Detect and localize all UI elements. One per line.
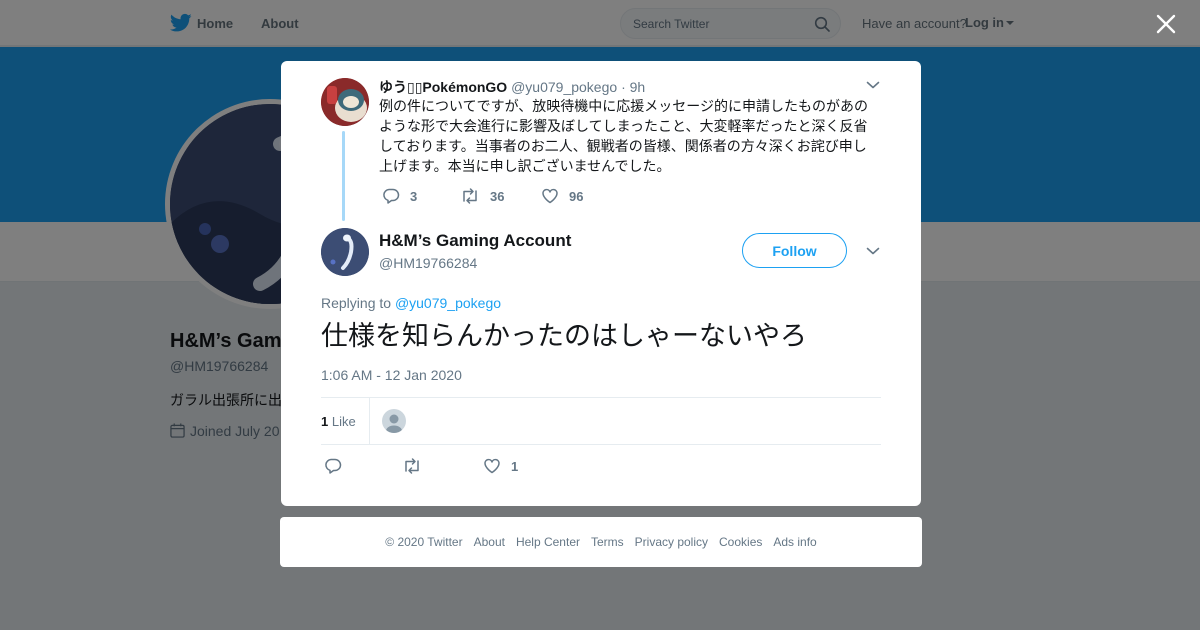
dragonair-avatar-image bbox=[321, 228, 369, 276]
default-avatar-icon bbox=[386, 414, 402, 433]
parent-author-avatar[interactable] bbox=[321, 78, 369, 126]
parent-separator: · bbox=[621, 79, 626, 95]
stats-divider bbox=[369, 398, 370, 444]
parent-author-handle[interactable]: @yu079_pokego bbox=[511, 79, 617, 95]
parent-retweet-button[interactable]: 36 bbox=[460, 187, 504, 205]
retweet-button[interactable] bbox=[402, 457, 432, 475]
parent-tweet-age[interactable]: 9h bbox=[630, 79, 646, 95]
parent-tweet-text: 例の件についてですが、放映待機中に応援メッセージ的に申請したものがあのような形で… bbox=[379, 98, 869, 174]
reply-icon bbox=[383, 188, 400, 204]
parent-like-button[interactable]: 96 bbox=[541, 187, 583, 205]
footer-copyright[interactable]: © 2020 Twitter bbox=[385, 535, 462, 549]
like-count: 1 bbox=[321, 414, 329, 429]
footer-help-center-link[interactable]: Help Center bbox=[516, 535, 580, 549]
author-name[interactable]: H&M’s Gaming Account bbox=[379, 231, 571, 251]
replying-prefix: Replying to bbox=[321, 295, 392, 311]
replying-to-link[interactable]: @yu079_pokego bbox=[395, 295, 501, 311]
footer-about-link[interactable]: About bbox=[474, 535, 505, 549]
liker-avatar[interactable] bbox=[382, 409, 406, 433]
parent-retweet-count: 36 bbox=[490, 188, 505, 204]
thread-connector bbox=[342, 131, 345, 221]
footer-cookies-link[interactable]: Cookies bbox=[719, 535, 762, 549]
snorlax-avatar-image bbox=[321, 78, 369, 126]
close-icon[interactable] bbox=[1154, 12, 1178, 36]
like-label: Like bbox=[331, 414, 356, 429]
parent-tweet-header: ゆう▯▯PokémonGO @yu079_pokego · 9h bbox=[379, 77, 645, 97]
like-button[interactable]: 1 bbox=[483, 457, 518, 475]
footer-privacy-link[interactable]: Privacy policy bbox=[635, 535, 708, 549]
reply-icon bbox=[325, 458, 342, 474]
chevron-down-icon[interactable] bbox=[866, 246, 880, 256]
tweet-text: 仕様を知らんかったのはしゃーないやろ bbox=[321, 321, 807, 351]
footer-ads-info-link[interactable]: Ads info bbox=[773, 535, 816, 549]
retweet-icon bbox=[405, 458, 419, 474]
tweet-timestamp[interactable]: 1:06 AM - 12 Jan 2020 bbox=[321, 367, 462, 383]
chevron-down-icon[interactable] bbox=[866, 80, 880, 90]
like-button-count: 1 bbox=[511, 458, 519, 474]
author-avatar[interactable] bbox=[321, 228, 369, 276]
follow-button[interactable]: Follow bbox=[742, 233, 847, 268]
parent-reply-count: 3 bbox=[410, 188, 418, 204]
likes-stat-link[interactable]: 1 Like bbox=[321, 414, 356, 429]
reply-button[interactable] bbox=[324, 457, 352, 475]
footer: © 2020 Twitter About Help Center Terms P… bbox=[280, 517, 922, 567]
parent-reply-button[interactable]: 3 bbox=[382, 187, 417, 205]
heart-icon bbox=[542, 188, 558, 204]
author-handle[interactable]: @HM19766284 bbox=[379, 255, 477, 271]
tweet-stats: 1 Like bbox=[321, 397, 881, 445]
footer-terms-link[interactable]: Terms bbox=[591, 535, 624, 549]
heart-icon bbox=[484, 458, 500, 474]
retweet-icon bbox=[463, 188, 477, 204]
replying-to: Replying to @yu079_pokego bbox=[321, 295, 501, 311]
parent-like-count: 96 bbox=[569, 188, 584, 204]
parent-author-name[interactable]: ゆう▯▯PokémonGO bbox=[379, 79, 507, 95]
tweet-modal: ゆう▯▯PokémonGO @yu079_pokego · 9h 例の件について… bbox=[281, 61, 921, 506]
